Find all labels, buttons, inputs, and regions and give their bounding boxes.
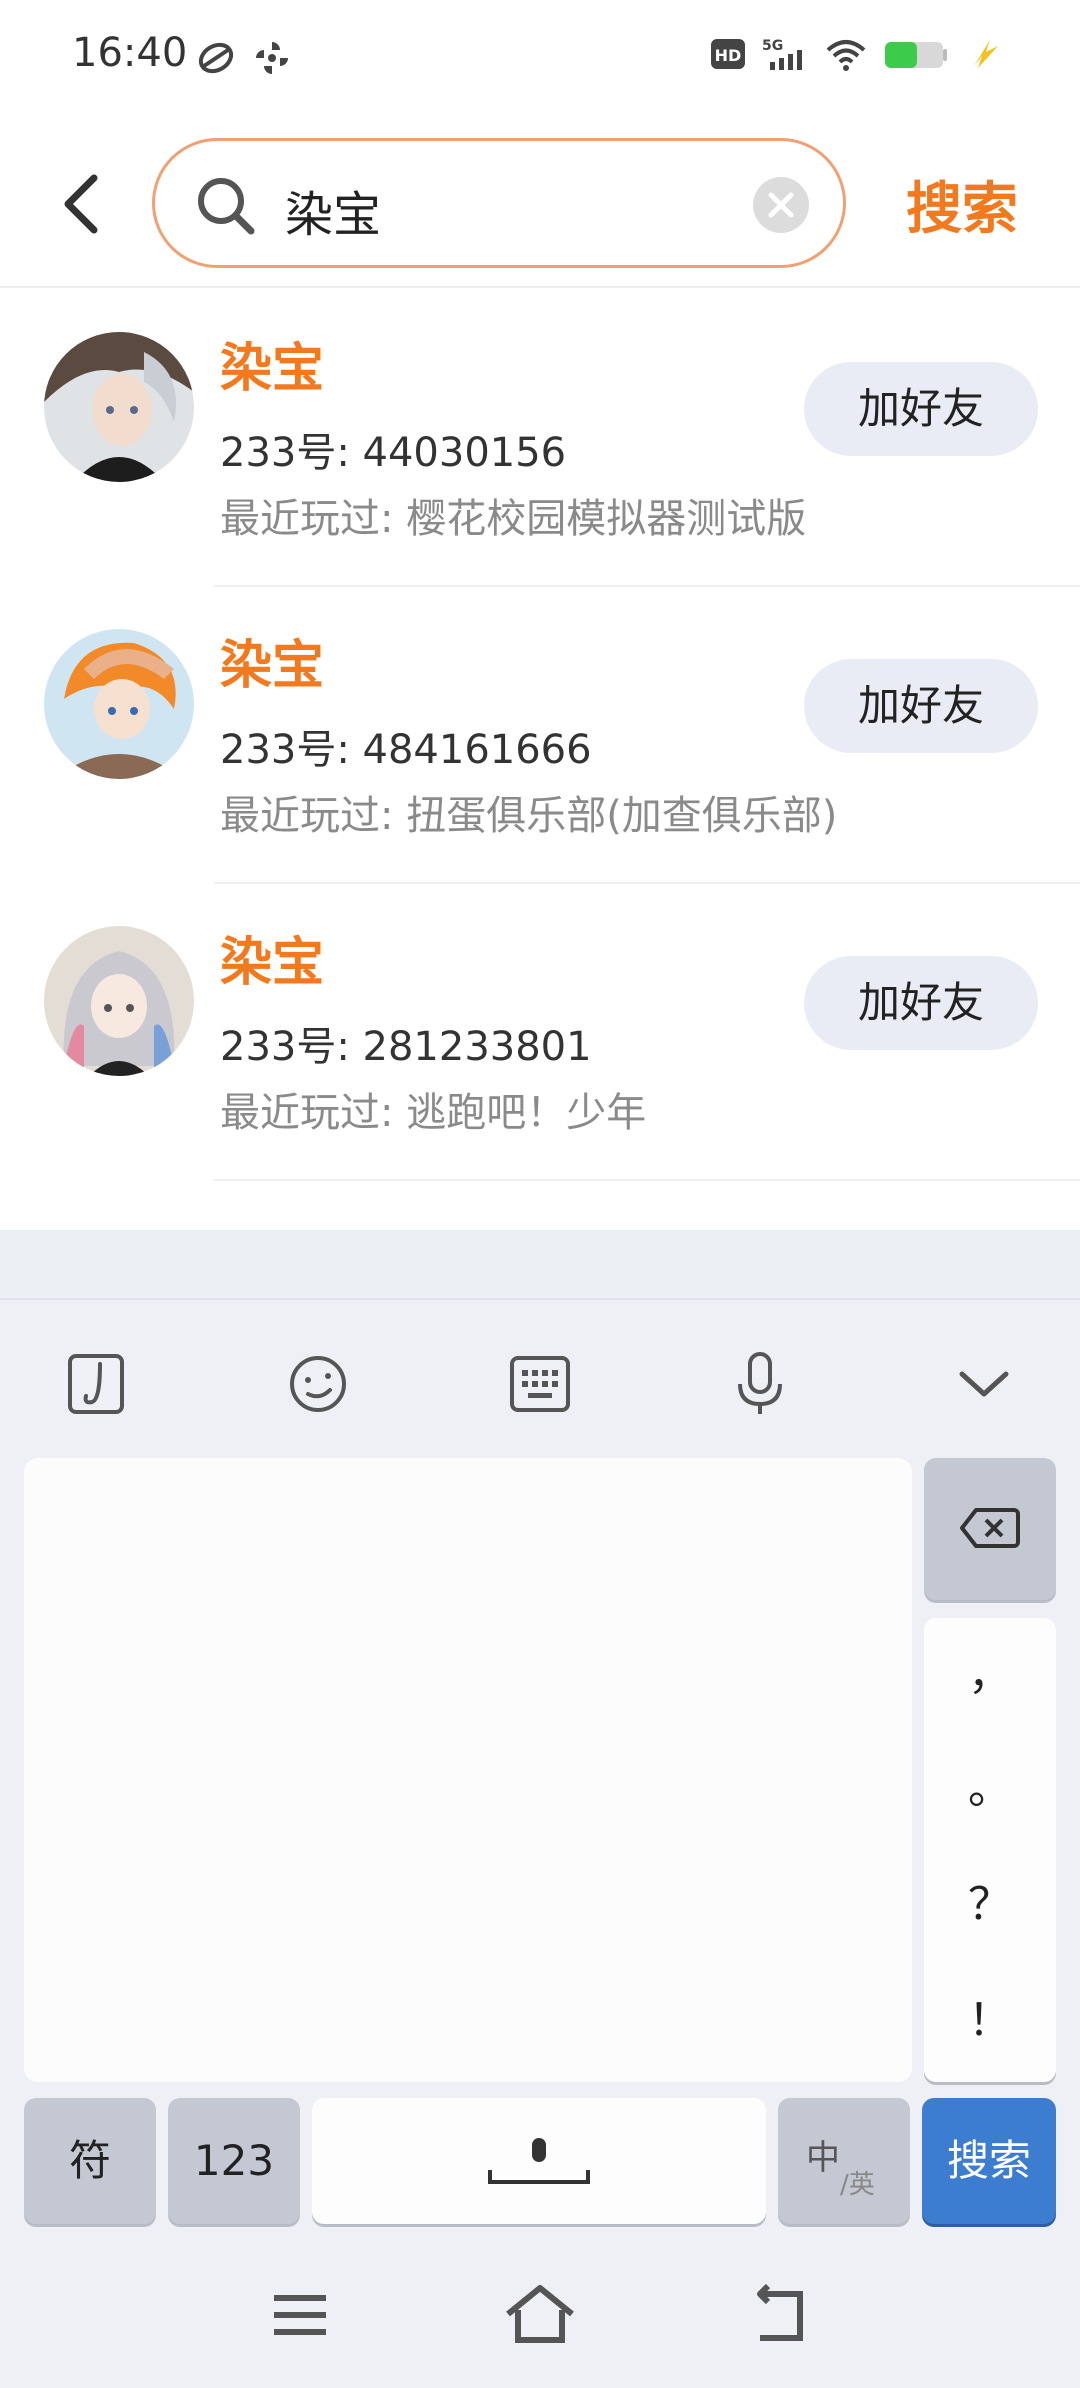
search-query[interactable]: 染宝 — [285, 175, 381, 245]
results-list: 染宝 233号: 44030156 最近玩过: 樱花校园模拟器测试版 加好友 染… — [0, 290, 1080, 1181]
list-item[interactable]: 染宝 233号: 44030156 最近玩过: 樱花校园模拟器测试版 加好友 — [0, 290, 1080, 587]
backspace-icon — [960, 1508, 1020, 1548]
emoji-icon[interactable] — [278, 1344, 358, 1424]
symbols-key[interactable]: 符 — [24, 2098, 156, 2224]
candidate-strip — [0, 1230, 1080, 1300]
search-enter-key[interactable]: 搜索 — [922, 2098, 1056, 2224]
clear-icon[interactable] — [751, 175, 811, 235]
svg-text:HD: HD — [715, 46, 742, 65]
add-friend-button[interactable]: 加好友 — [804, 956, 1038, 1050]
handwriting-icon[interactable] — [56, 1344, 136, 1424]
result-name: 染宝 — [220, 933, 325, 993]
result-recent-game: 最近玩过: 扭蛋俱乐部(加查俱乐部) — [220, 793, 838, 839]
handwriting-pad[interactable] — [24, 1458, 912, 2082]
5g-signal-icon: 5G — [762, 38, 802, 70]
avatar[interactable] — [44, 332, 194, 482]
result-uid: 233号: 484161666 — [220, 727, 592, 773]
collapse-chevron-icon[interactable] — [944, 1344, 1024, 1424]
result-recent-game: 最近玩过: 逃跑吧！少年 — [220, 1090, 647, 1136]
status-time: 16:40 — [72, 30, 188, 76]
result-uid: 233号: 44030156 — [220, 430, 567, 476]
space-mic-icon — [488, 2138, 590, 2184]
keyboard-toolbar — [0, 1320, 1080, 1450]
numbers-key[interactable]: 123 — [168, 2098, 300, 2224]
divider — [214, 1179, 1080, 1181]
navigation-bar — [0, 2240, 1080, 2388]
soft-keyboard: ， 。 ？ ！ 符 123 中 /英 搜索 — [0, 1230, 1080, 2388]
menu-icon[interactable] — [260, 2280, 340, 2350]
back-icon[interactable] — [740, 2280, 820, 2350]
period-key[interactable]: 。 — [924, 1752, 1056, 1816]
result-name: 染宝 — [220, 636, 325, 696]
result-uid: 233号: 281233801 — [220, 1024, 592, 1070]
home-icon[interactable] — [500, 2280, 580, 2350]
game-controller-icon — [198, 42, 234, 74]
add-friend-button[interactable]: 加好友 — [804, 362, 1038, 456]
search-input[interactable]: 染宝 — [152, 138, 846, 268]
back-arrow-icon[interactable] — [52, 164, 116, 244]
comma-key[interactable]: ， — [924, 1638, 1056, 1702]
lang-sub-label: /英 — [840, 2170, 875, 2200]
keyboard-icon[interactable] — [500, 1344, 580, 1424]
pinwheel-icon — [256, 42, 288, 74]
delete-key[interactable] — [924, 1458, 1056, 1600]
punctuation-column: ， 。 ？ ！ — [924, 1618, 1056, 2082]
svg-text:5G: 5G — [762, 38, 783, 54]
search-icon — [198, 178, 255, 235]
list-item[interactable]: 染宝 233号: 281233801 最近玩过: 逃跑吧！少年 加好友 — [0, 884, 1080, 1181]
lang-main-label: 中 — [806, 2138, 840, 2178]
microphone-icon[interactable] — [720, 1344, 800, 1424]
search-button[interactable]: 搜索 — [906, 164, 1018, 245]
result-recent-game: 最近玩过: 樱花校园模拟器测试版 — [220, 496, 807, 542]
add-friend-button[interactable]: 加好友 — [804, 659, 1038, 753]
wifi-icon — [826, 40, 866, 71]
battery-icon — [885, 42, 947, 68]
avatar[interactable] — [44, 629, 194, 779]
list-item[interactable]: 染宝 233号: 484161666 最近玩过: 扭蛋俱乐部(加查俱乐部) 加好… — [0, 587, 1080, 884]
avatar[interactable] — [44, 926, 194, 1076]
space-key[interactable] — [312, 2098, 766, 2224]
hd-icon: HD — [711, 39, 745, 69]
status-bar: 16:40 HD 5G — [0, 0, 1080, 120]
search-header: 染宝 搜索 — [0, 120, 1080, 288]
question-key[interactable]: ？ — [924, 1868, 1056, 1932]
language-switch-key[interactable]: 中 /英 — [778, 2098, 910, 2224]
charging-icon — [974, 40, 998, 68]
exclamation-key[interactable]: ！ — [924, 1984, 1056, 2048]
result-name: 染宝 — [220, 339, 325, 399]
